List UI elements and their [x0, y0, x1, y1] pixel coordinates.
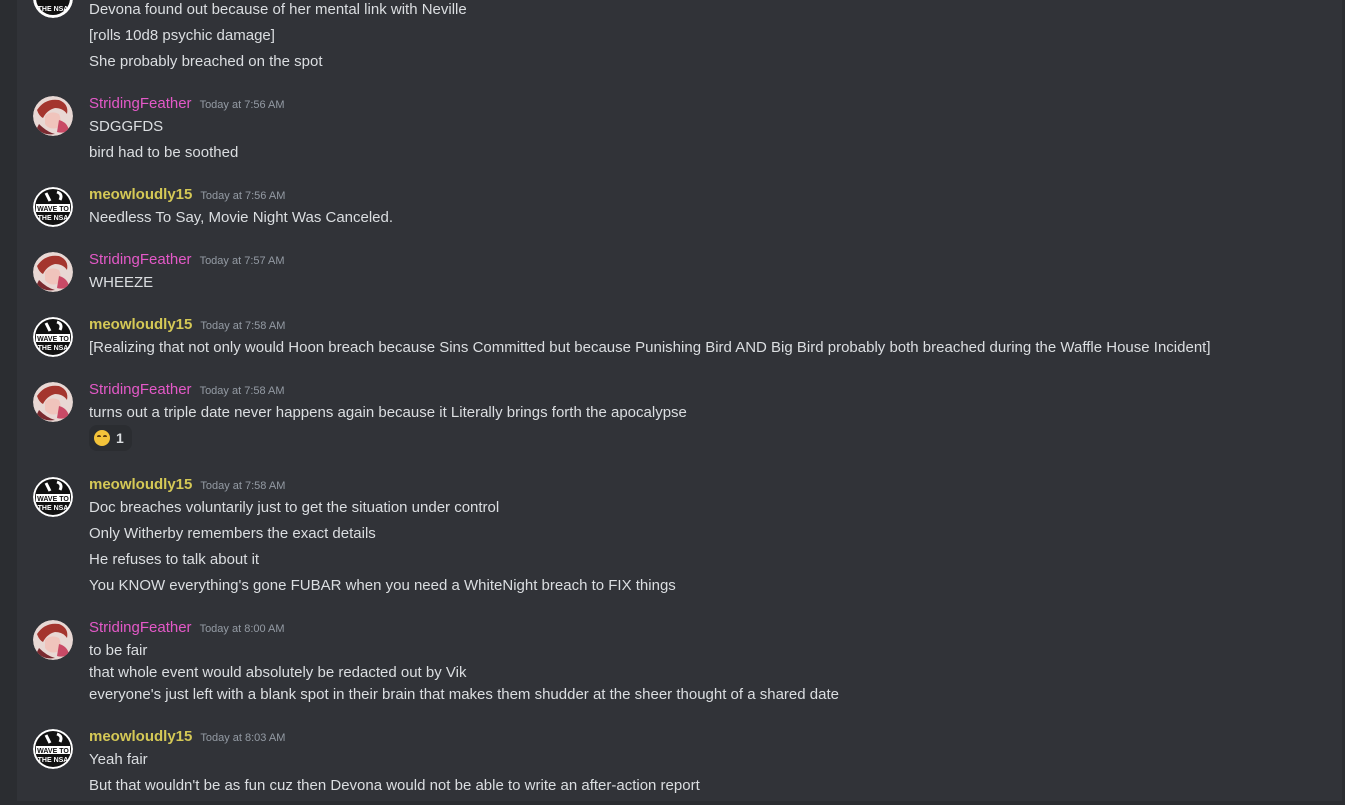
svg-text:WAVE TO: WAVE TO — [37, 496, 69, 503]
message-header: meowloudly15 Today at 8:03 AM — [89, 728, 285, 746]
message-header: meowloudly15 Today at 7:58 AM — [89, 316, 285, 334]
message-line: Doc breaches voluntarily just to get the… — [89, 499, 500, 516]
username[interactable]: meowloudly15 — [89, 728, 192, 745]
timestamp[interactable]: Today at 7:56 AM — [200, 190, 285, 202]
avatar-meowloudly15[interactable]: THE NSA — [33, 0, 73, 18]
svg-text:THE NSA: THE NSA — [38, 6, 69, 13]
username[interactable]: meowloudly15 — [89, 476, 192, 493]
message-line: Devona found out because of her mental l… — [89, 1, 467, 18]
message-line: She probably breached on the spot — [89, 53, 323, 70]
message-line: [Realizing that not only would Hoon brea… — [89, 339, 1211, 356]
timestamp[interactable]: Today at 7:57 AM — [200, 255, 285, 267]
message-line: You KNOW everything's gone FUBAR when yo… — [89, 577, 676, 594]
timestamp[interactable]: Today at 7:58 AM — [200, 480, 285, 492]
message-header: StridingFeather Today at 8:00 AM — [89, 619, 285, 637]
message-header: meowloudly15 Today at 7:56 AM — [89, 186, 285, 204]
message-header: StridingFeather Today at 7:57 AM — [89, 251, 285, 269]
svg-text:THE NSA: THE NSA — [38, 345, 69, 352]
message-header: meowloudly15 Today at 7:58 AM — [89, 476, 285, 494]
avatar-meowloudly15[interactable]: WAVE TO THE NSA — [33, 187, 73, 227]
svg-text:THE NSA: THE NSA — [38, 505, 69, 512]
message-header: StridingFeather Today at 7:58 AM — [89, 381, 285, 399]
reaction-count: 1 — [116, 430, 124, 446]
message-line: [rolls 10d8 psychic damage] — [89, 27, 275, 44]
avatar-stridingfeather[interactable] — [33, 620, 73, 660]
username[interactable]: StridingFeather — [89, 95, 192, 112]
avatar-meowloudly15[interactable]: WAVE TO THE NSA — [33, 477, 73, 517]
message-line: Only Witherby remembers the exact detail… — [89, 525, 376, 542]
svg-text:WAVE TO: WAVE TO — [37, 336, 69, 343]
username[interactable]: StridingFeather — [89, 381, 192, 398]
message-line: He refuses to talk about it — [89, 551, 260, 568]
message-line: bird had to be soothed — [89, 144, 239, 161]
message-line: to be fair — [89, 642, 148, 659]
message-line: SDGGFDS — [89, 118, 164, 135]
message-composer-edge — [17, 801, 1342, 805]
svg-text:THE NSA: THE NSA — [38, 215, 69, 222]
message-line: that whole event would absolutely be red… — [89, 664, 467, 681]
svg-text:WAVE TO: WAVE TO — [37, 748, 69, 755]
svg-text:THE NSA: THE NSA — [38, 757, 69, 764]
grinning-cat-emoji-icon — [94, 430, 110, 446]
message-line: everyone's just left with a blank spot i… — [89, 686, 839, 703]
message-line: Yeah fair — [89, 751, 148, 768]
username[interactable]: meowloudly15 — [89, 316, 192, 333]
timestamp[interactable]: Today at 8:03 AM — [200, 732, 285, 744]
message-line: WHEEZE — [89, 274, 154, 291]
svg-text:WAVE TO: WAVE TO — [37, 206, 69, 213]
timestamp[interactable]: Today at 7:58 AM — [200, 320, 285, 332]
message-list: THE NSA Devona found out because of her … — [17, 0, 1342, 805]
avatar-meowloudly15[interactable]: WAVE TO THE NSA — [33, 317, 73, 357]
username[interactable]: StridingFeather — [89, 619, 192, 636]
message-line: But that wouldn't be as fun cuz then Dev… — [89, 777, 700, 794]
avatar-meowloudly15[interactable]: WAVE TO THE NSA — [33, 729, 73, 769]
timestamp[interactable]: Today at 8:00 AM — [200, 623, 285, 635]
username[interactable]: meowloudly15 — [89, 186, 192, 203]
server-sidebar-edge — [0, 0, 17, 805]
reaction-button[interactable]: 1 — [89, 425, 132, 451]
message-line: Needless To Say, Movie Night Was Cancele… — [89, 209, 394, 226]
avatar-stridingfeather[interactable] — [33, 252, 73, 292]
message-header: StridingFeather Today at 7:56 AM — [89, 95, 285, 113]
timestamp[interactable]: Today at 7:58 AM — [200, 385, 285, 397]
timestamp[interactable]: Today at 7:56 AM — [200, 99, 285, 111]
avatar-stridingfeather[interactable] — [33, 96, 73, 136]
message-line: turns out a triple date never happens ag… — [89, 404, 687, 421]
username[interactable]: StridingFeather — [89, 251, 192, 268]
avatar-stridingfeather[interactable] — [33, 382, 73, 422]
